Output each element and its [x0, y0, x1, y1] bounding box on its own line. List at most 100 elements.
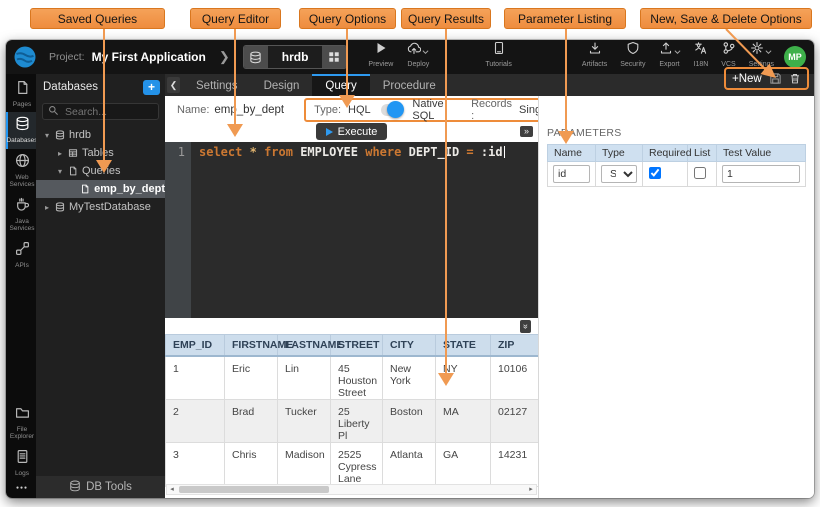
sidebar-item-file-explorer[interactable]: File Explorer [6, 401, 36, 445]
sidebar-item-apis[interactable]: APIs [6, 237, 36, 273]
sidebar-item-more[interactable]: ●●● [6, 481, 36, 495]
tree-item-emp_by_dept[interactable]: emp_by_dept [36, 180, 165, 198]
query-results: EMP_IDFIRSTNAMELASTNAMESTREETCITYSTATEZI… [165, 334, 538, 498]
column-header: Required [643, 145, 688, 162]
table-cell: Chris [225, 443, 278, 487]
sidebar-item-logs[interactable]: Logs [6, 445, 36, 481]
topbar-artifacts-button[interactable]: Artifacts [582, 46, 607, 68]
save-icon[interactable] [769, 72, 782, 85]
database-icon [244, 46, 268, 68]
databases-panel-title: Databases [43, 81, 139, 93]
security-icon [626, 41, 640, 60]
file-icon [80, 184, 90, 194]
column-header: FIRSTNAME [225, 335, 278, 357]
results-hscrollbar[interactable]: ◂ ▸ [166, 484, 537, 495]
parameters-title: PARAMETERS [547, 127, 806, 139]
param-list-checkbox[interactable] [694, 167, 706, 179]
table-cell: 3 [166, 443, 225, 487]
collapse-panel-icon[interactable]: ❮ [167, 77, 180, 93]
caret-right-icon[interactable]: ▸ [43, 203, 51, 212]
table-row: 3ChrisMadison2525 Cypress LaneAtlantaGA1… [166, 443, 539, 487]
logs-icon [15, 449, 30, 469]
callout-new-save-delete-options: New, Save & Delete Options [640, 8, 812, 29]
topbar-export-button[interactable]: Export [659, 46, 681, 68]
pages-icon [15, 80, 30, 100]
column-header: LASTNAME [278, 335, 331, 357]
topbar-settings-button[interactable]: Settings [749, 46, 774, 68]
param-test-value-input[interactable] [722, 165, 800, 183]
sidebar-item-databases[interactable]: Databases [6, 112, 36, 148]
add-database-button[interactable]: + [143, 80, 160, 95]
param-type-select[interactable]: String [601, 165, 637, 183]
topbar-action-label: I18N [694, 61, 709, 68]
table-cell: 2525 Cypress Lane [331, 443, 383, 487]
tree-item-mytestdatabase[interactable]: ▸MyTestDatabase [36, 198, 165, 216]
tree-item-queries[interactable]: ▾Queries [36, 162, 165, 180]
table-cell [548, 162, 596, 187]
caret-down-icon[interactable]: ▾ [56, 167, 64, 176]
topbar-left-actions: Preview Deploy Tutorials [368, 46, 512, 68]
search-input[interactable] [63, 105, 153, 119]
column-header: Test Value [717, 145, 806, 162]
type-option-native-sql[interactable]: Native SQL [412, 98, 456, 122]
param-required-checkbox[interactable] [649, 167, 661, 179]
column-header: ZIP [491, 335, 539, 357]
tree-item-tables[interactable]: ▸Tables [36, 144, 165, 162]
new-query-button[interactable]: +New [732, 73, 762, 85]
tab-settings[interactable]: Settings [183, 74, 251, 96]
scroll-thumb[interactable] [179, 486, 329, 493]
code-token [242, 145, 249, 159]
query-code-editor[interactable]: 1 select * from EMPLOYEE where DEPT_ID =… [165, 142, 538, 318]
topbar-preview-button[interactable]: Preview [368, 46, 393, 68]
table-cell: Eric [225, 356, 278, 400]
tab-procedure[interactable]: Procedure [370, 74, 449, 96]
delete-icon[interactable] [789, 72, 801, 85]
caret-down-icon[interactable]: ▾ [43, 131, 51, 140]
chevron-down-icon [765, 42, 772, 60]
file-icon [68, 166, 78, 176]
records-label: Records : [471, 98, 512, 122]
topbar-action-label: Deploy [407, 61, 429, 68]
tree-item-hrdb[interactable]: ▾ hrdb [36, 126, 165, 144]
sidebar-item-label: Logs [15, 470, 29, 477]
code-token: select [199, 145, 242, 159]
topbar-deploy-button[interactable]: Deploy [407, 46, 429, 68]
avatar[interactable]: MP [784, 46, 806, 68]
param-name-input[interactable] [553, 165, 590, 183]
sidebar-item-label: File Explorer [8, 426, 36, 441]
caret-right-icon[interactable]: ▸ [56, 149, 64, 158]
preview-icon [374, 41, 388, 60]
db-tools-label: DB Tools [86, 481, 132, 493]
apis-icon [15, 241, 30, 261]
database-chip[interactable]: hrdb [243, 45, 348, 69]
collapse-results-icon[interactable]: » [520, 320, 531, 333]
topbar-security-button[interactable]: Security [620, 46, 645, 68]
type-toggle[interactable] [381, 104, 403, 116]
column-header: STATE [436, 335, 491, 357]
sidebar-item-java-services[interactable]: Java Services [6, 193, 36, 237]
tab-query[interactable]: Query [312, 74, 369, 96]
table-cell: 14231 [491, 443, 539, 487]
sidebar-item-web-services[interactable]: Web Services [6, 149, 36, 193]
execute-button[interactable]: Execute [316, 123, 388, 140]
tab-design[interactable]: Design [251, 74, 313, 96]
topbar-tutorials-button[interactable]: Tutorials [485, 46, 512, 68]
table-cell [688, 162, 717, 187]
project-label: Project: [49, 51, 85, 63]
type-option-hql[interactable]: HQL [348, 104, 371, 116]
sidebar-item-pages[interactable]: Pages [6, 76, 36, 112]
db-tools-icon [69, 480, 81, 495]
topbar-i18n-button[interactable]: I18N [694, 46, 709, 68]
table-row: 1EricLin45 Houston StreetNew YorkNY10106 [166, 356, 539, 400]
scroll-right-icon[interactable]: ▸ [526, 485, 536, 494]
grid-view-icon[interactable] [322, 46, 346, 68]
project-name: My First Application [92, 50, 206, 64]
db-tools-button[interactable]: DB Tools [36, 476, 165, 498]
expand-panel-icon[interactable]: » [520, 126, 533, 137]
chevron-down-icon [674, 42, 681, 60]
settings-icon [750, 41, 764, 60]
scroll-left-icon[interactable]: ◂ [167, 485, 177, 494]
database-icon [55, 202, 65, 212]
topbar-vcs-button[interactable]: VCS [721, 46, 735, 68]
tree-item-label: hrdb [69, 129, 91, 141]
